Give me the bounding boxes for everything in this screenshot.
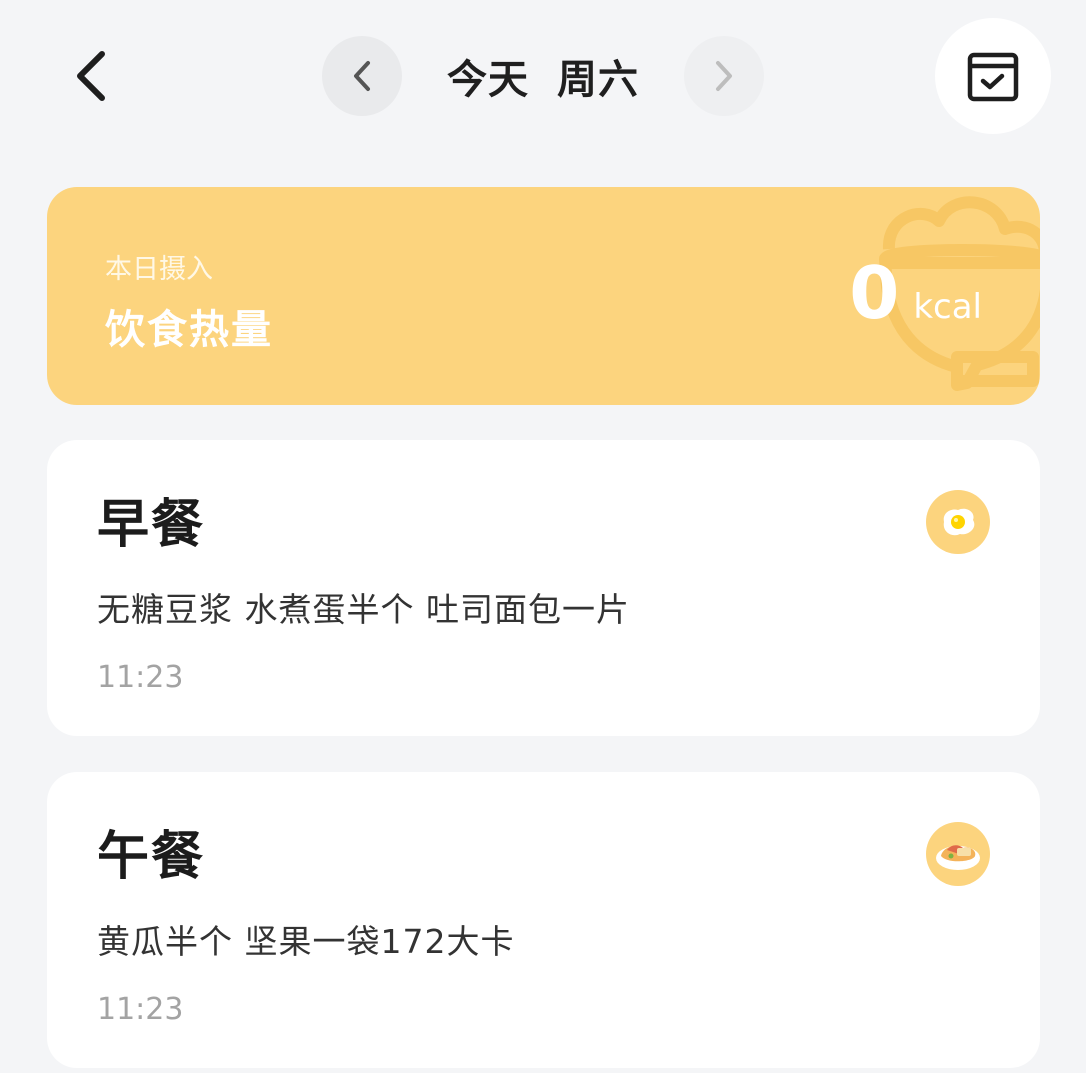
day-label: 今天 bbox=[447, 57, 529, 103]
next-day-button[interactable] bbox=[684, 36, 764, 116]
meal-title: 午餐 bbox=[97, 827, 206, 887]
calendar-button[interactable] bbox=[935, 18, 1051, 134]
meal-card-breakfast[interactable]: 早餐 无糖豆浆 水煮蛋半个 吐司面包一片 11:23 bbox=[47, 440, 1040, 736]
meal-description: 无糖豆浆 水煮蛋半个 吐司面包一片 bbox=[97, 590, 630, 629]
intake-subtitle: 本日摄入 bbox=[105, 254, 213, 285]
calorie-value: 0 bbox=[849, 251, 900, 335]
previous-day-button[interactable] bbox=[322, 36, 402, 116]
meal-time: 11:23 bbox=[97, 660, 184, 695]
intake-title: 饮食热量 bbox=[105, 307, 273, 353]
date-title: 今天 周六 bbox=[447, 47, 639, 105]
meal-description: 黄瓜半个 坚果一袋172大卡 bbox=[97, 922, 515, 961]
calendar-check-icon bbox=[967, 52, 1019, 102]
chevron-left-icon bbox=[354, 61, 370, 91]
meal-card-lunch[interactable]: 午餐 黄瓜半个 坚果一袋172大卡 11:23 bbox=[47, 772, 1040, 1068]
meal-time: 11:23 bbox=[97, 992, 184, 1027]
chevron-left-icon bbox=[77, 51, 105, 101]
diet-log-screen: 今天 周六 本日摄入 饮食热量 0 kcal 早餐 无糖豆浆 水煮蛋半个 吐司面… bbox=[0, 0, 1086, 1073]
lunch-plate-icon bbox=[926, 822, 990, 886]
chevron-right-icon bbox=[716, 61, 732, 91]
date-navigator: 今天 周六 bbox=[322, 36, 764, 116]
fried-egg-icon bbox=[926, 490, 990, 554]
weekday-label: 周六 bbox=[557, 57, 639, 103]
meal-title: 早餐 bbox=[97, 495, 206, 555]
back-button[interactable] bbox=[50, 36, 130, 116]
calorie-unit: kcal bbox=[913, 287, 982, 327]
calorie-total: 0 kcal bbox=[849, 257, 982, 329]
daily-intake-card: 本日摄入 饮食热量 0 kcal bbox=[47, 187, 1040, 405]
